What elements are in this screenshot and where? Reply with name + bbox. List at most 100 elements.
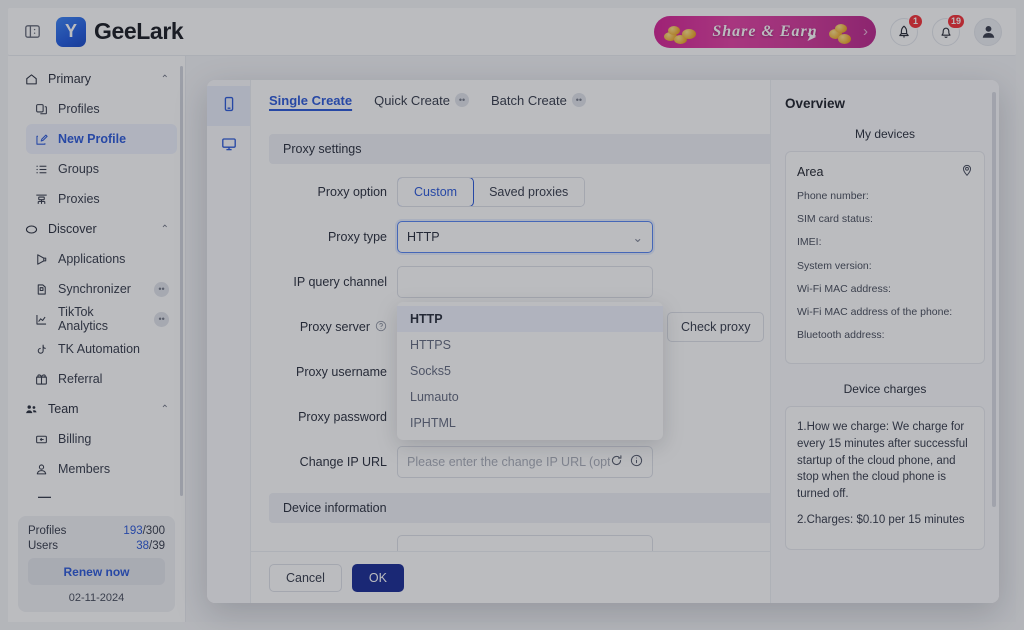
cursor-icon: ➤	[806, 28, 817, 44]
field-label-text: Proxy server	[299, 320, 370, 334]
section-title: Proxy settings	[283, 142, 362, 156]
sidebar-item-tk-automation[interactable]: TK Automation	[26, 334, 177, 364]
rail-monitor-button[interactable]	[207, 126, 250, 166]
plan-profiles-value: 193/300	[123, 525, 165, 537]
device-charges-label: Device charges	[843, 382, 927, 397]
sidebar: Primary ⌃ Profiles New Profile Groups Pr…	[8, 56, 186, 622]
dropdown-option-https[interactable]: HTTPS	[397, 332, 663, 358]
profiles-icon	[34, 102, 49, 117]
notifications-button[interactable]: 19	[932, 13, 965, 46]
check-proxy-button[interactable]: Check proxy	[667, 312, 765, 342]
sidebar-group-discover[interactable]: Discover ⌃	[16, 214, 177, 244]
proxies-icon	[34, 192, 49, 207]
sidebar-item-label: TikTok Analytics	[58, 305, 109, 333]
location-pin-icon[interactable]	[961, 164, 973, 180]
change-ip-url-input[interactable]: Please enter the change IP URL (option..…	[397, 446, 653, 478]
brand-name: GeeLark	[94, 18, 184, 44]
plan-users-value: 38/39	[136, 540, 165, 552]
dropdown-option-iphtml[interactable]: IPHTML	[397, 410, 663, 436]
panel-toggle-icon[interactable]	[22, 22, 42, 42]
sidebar-item-label: Synchronizer	[58, 282, 131, 296]
field-label: Proxy type	[327, 230, 387, 244]
announcements-button[interactable]: 1	[890, 13, 923, 46]
sidebar-item-billing[interactable]: Billing	[26, 424, 177, 454]
sidebar-item-label: Profiles	[58, 102, 100, 116]
sidebar-item-label: Proxies	[58, 192, 100, 206]
tab-label: Batch Create	[490, 92, 567, 108]
renew-now-button[interactable]: Renew now	[28, 558, 165, 585]
device-field: Phone number:	[797, 190, 869, 202]
proxy-option-saved-button[interactable]: Saved proxies	[473, 178, 585, 206]
sidebar-item-referral[interactable]: Referral	[26, 364, 177, 394]
share-and-earn-banner[interactable]: Share & Earn ➤ ›	[654, 15, 876, 48]
info-circle-icon[interactable]	[630, 454, 643, 470]
charges-paragraph: 2.Charges: $0.10 per 15 minutes	[797, 513, 965, 526]
home-icon	[24, 72, 39, 87]
new-profile-icon	[34, 132, 49, 147]
sidebar-item-profiles[interactable]: Profiles	[26, 94, 177, 124]
chevron-up-icon: ⌃	[160, 403, 169, 415]
sidebar-group-label: Discover	[48, 222, 97, 236]
avatar[interactable]	[974, 17, 1002, 46]
sidebar-item-synchronizer[interactable]: Synchronizer ••	[26, 274, 177, 304]
app-root: Y GeeLark Share & Earn ➤ › 1 19 Primary …	[0, 0, 1024, 630]
rail-phone-button[interactable]	[207, 86, 250, 126]
sidebar-collapsed-indicator[interactable]: —	[38, 484, 177, 510]
proxy-type-value: HTTP	[407, 230, 440, 244]
help-circle-icon[interactable]	[375, 320, 387, 335]
analytics-icon	[34, 312, 49, 327]
applications-icon	[34, 252, 49, 267]
my-devices-card: Area Phone number: SIM card status: IMEI…	[785, 151, 985, 365]
tab-single-create[interactable]: Single Create	[269, 93, 352, 114]
proxy-type-dropdown: HTTP HTTPS Socks5 Lumauto IPHTML	[397, 302, 663, 440]
sidebar-item-label: Members	[58, 462, 111, 476]
ip-query-channel-select[interactable]	[397, 266, 653, 298]
charges-paragraph: 1.How we charge: We charge for every 15 …	[797, 421, 968, 500]
proxy-type-select[interactable]: HTTP ⌄	[397, 221, 653, 253]
coin-icon	[835, 23, 847, 33]
field-label: Proxy option	[317, 185, 387, 199]
field-label: Proxy username	[295, 365, 387, 379]
proxy-option-segmented: Custom Saved proxies	[397, 177, 586, 207]
overview-title: Overview	[785, 96, 846, 111]
proxy-option-custom-button[interactable]: Custom	[398, 178, 475, 206]
overview-panel: Overview My devices Area Phone number: S…	[770, 80, 999, 603]
device-field: Wi-Fi MAC address:	[797, 282, 891, 295]
plan-expiry-date: 02-11-2024	[68, 592, 125, 604]
chevron-up-icon: ⌃	[160, 73, 169, 85]
sidebar-item-applications[interactable]: Applications	[26, 244, 177, 274]
tiktok-icon	[34, 342, 49, 357]
sidebar-item-proxies[interactable]: Proxies	[26, 184, 177, 214]
device-field: IMEI:	[797, 236, 822, 249]
coin-icon	[838, 33, 851, 44]
dropdown-option-http[interactable]: HTTP	[397, 306, 663, 332]
sidebar-group-primary[interactable]: Primary ⌃	[16, 64, 177, 94]
chevron-down-icon: ⌄	[632, 230, 643, 245]
sidebar-item-new-profile[interactable]: New Profile	[26, 124, 177, 154]
sidebar-item-members[interactable]: Members	[26, 454, 177, 484]
refresh-icon[interactable]	[610, 454, 623, 470]
field-label: Proxy password	[298, 410, 387, 424]
tab-batch-create[interactable]: Batch Create ••	[491, 93, 586, 114]
sidebar-item-label: Billing	[58, 432, 92, 446]
sidebar-item-badge: ••	[154, 311, 169, 327]
sidebar-item-groups[interactable]: Groups	[26, 154, 177, 184]
overview-scrollbar[interactable]	[992, 92, 996, 507]
discover-icon	[24, 222, 39, 237]
sidebar-group-team[interactable]: Team ⌃	[16, 394, 177, 424]
sidebar-item-tiktok-analytics[interactable]: TikTok Analytics ••	[26, 304, 177, 334]
cancel-button[interactable]: Cancel	[269, 563, 342, 592]
section-title: Device information	[283, 501, 387, 515]
tab-quick-create[interactable]: Quick Create ••	[374, 93, 469, 114]
device-field: System version:	[797, 259, 872, 272]
field-label: IP query channel	[293, 275, 387, 289]
sidebar-scrollbar[interactable]	[180, 66, 183, 496]
plan-summary-card: Profiles 193/300 Users 38/39 Renew now 0…	[18, 516, 175, 612]
sidebar-item-label: Referral	[58, 372, 103, 386]
device-info-input[interactable]	[397, 535, 653, 551]
sidebar-group-label: Team	[48, 402, 79, 416]
ok-button[interactable]: OK	[351, 563, 404, 592]
dropdown-option-socks5[interactable]: Socks5	[397, 358, 663, 384]
dropdown-option-lumauto[interactable]: Lumauto	[397, 384, 663, 410]
phone-icon	[221, 96, 237, 117]
